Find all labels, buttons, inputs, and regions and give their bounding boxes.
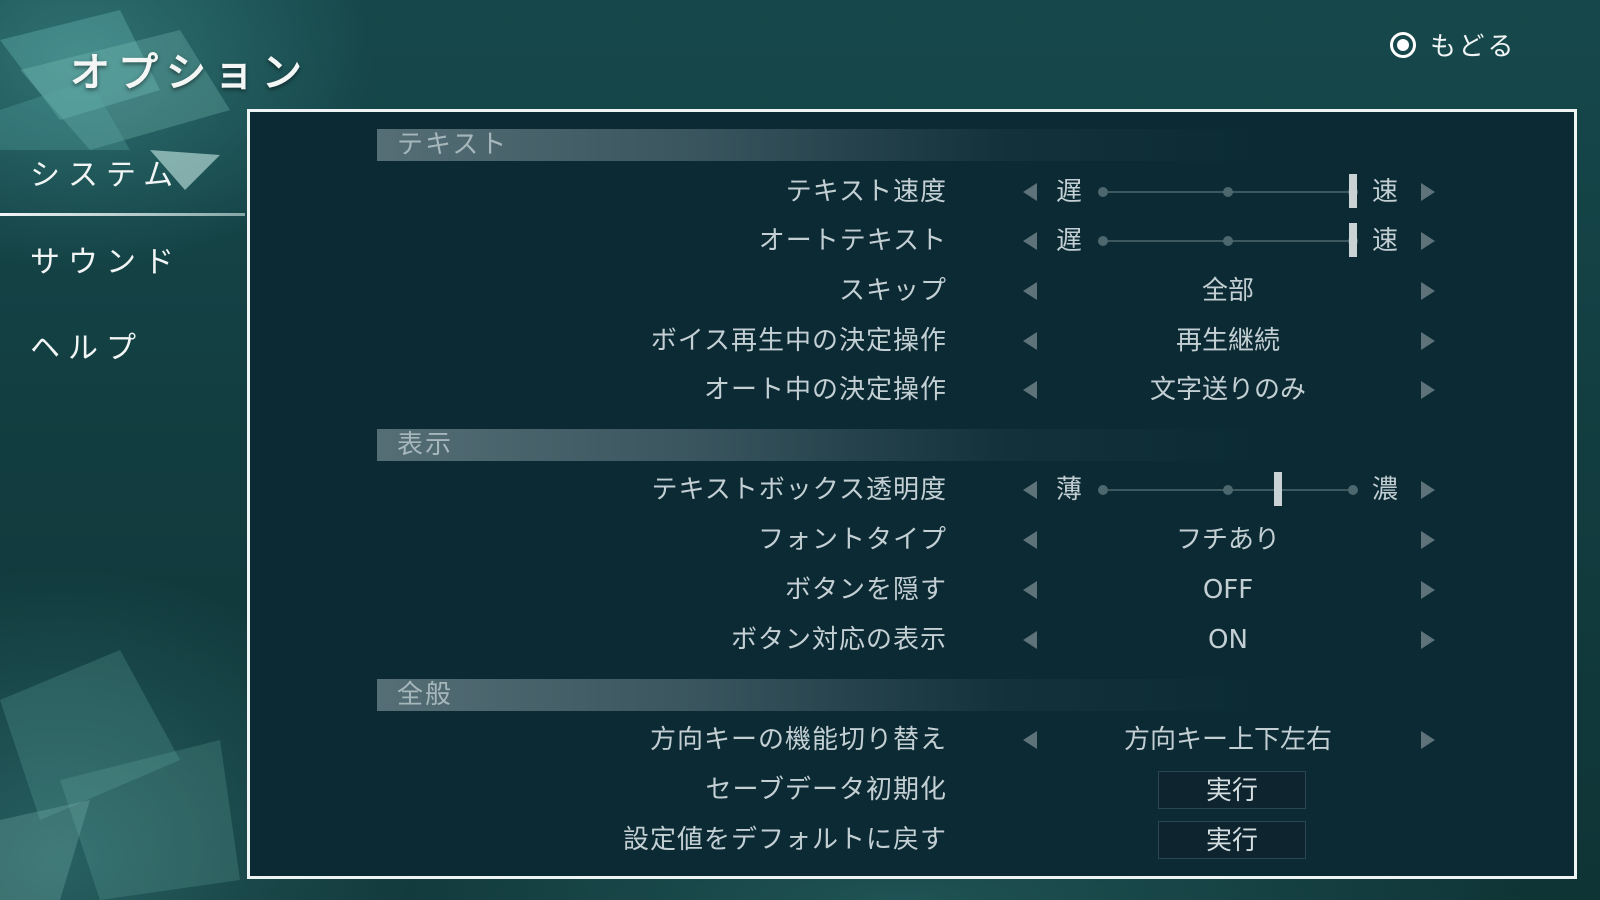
slider-handle[interactable] xyxy=(1274,472,1282,506)
arrow-left-icon[interactable] xyxy=(1023,531,1037,549)
setting-label: ボイス再生中の決定操作 xyxy=(650,326,947,356)
setting-row-auto-text[interactable]: オートテキスト 遅 速 xyxy=(250,221,1580,261)
arrow-right-icon[interactable] xyxy=(1421,481,1435,499)
auto-text-slider[interactable] xyxy=(1098,223,1358,257)
arrow-left-icon[interactable] xyxy=(1023,481,1037,499)
slider-max-label: 速 xyxy=(1372,177,1399,207)
reset-defaults-execute-button[interactable]: 実行 xyxy=(1158,821,1306,859)
slider-max-label: 濃 xyxy=(1372,475,1399,505)
slider-tick xyxy=(1098,485,1108,495)
setting-label: オート中の決定操作 xyxy=(703,375,947,405)
arrow-left-icon[interactable] xyxy=(1023,332,1037,350)
setting-label: テキスト速度 xyxy=(785,177,947,207)
arrow-right-icon[interactable] xyxy=(1421,232,1435,250)
arrow-left-icon[interactable] xyxy=(1023,631,1037,649)
arrow-left-icon[interactable] xyxy=(1023,282,1037,300)
setting-label: テキストボックス透明度 xyxy=(651,475,947,505)
slider-max-label: 速 xyxy=(1372,226,1399,256)
setting-value: 全部 xyxy=(1201,276,1254,306)
arrow-right-icon[interactable] xyxy=(1421,282,1435,300)
arrow-left-icon[interactable] xyxy=(1023,183,1037,201)
section-header-display: 表示 xyxy=(377,429,1277,461)
nav-item-label: システム xyxy=(30,157,182,193)
setting-value: OFF xyxy=(1202,575,1254,605)
slider-tick xyxy=(1098,236,1108,246)
circle-button-icon xyxy=(1390,31,1416,58)
setting-value: 文字送りのみ xyxy=(1149,375,1306,405)
setting-value: フチあり xyxy=(1175,525,1280,555)
setting-row-init-save: セーブデータ初期化 実行 xyxy=(250,770,1580,810)
nav-item-system[interactable]: システム xyxy=(0,130,245,216)
arrow-right-icon[interactable] xyxy=(1421,731,1435,749)
init-save-execute-button[interactable]: 実行 xyxy=(1158,771,1306,809)
setting-label: 方向キーの機能切り替え xyxy=(649,725,947,755)
textbox-opacity-slider[interactable] xyxy=(1098,472,1358,506)
setting-label: フォントタイプ xyxy=(757,525,947,555)
slider-tick xyxy=(1223,236,1233,246)
setting-label: ボタン対応の表示 xyxy=(730,625,947,655)
arrow-right-icon[interactable] xyxy=(1421,332,1435,350)
page-title: オプション xyxy=(70,50,310,96)
slider-tick xyxy=(1223,187,1233,197)
slider-handle[interactable] xyxy=(1349,174,1357,208)
setting-row-reset-defaults: 設定値をデフォルトに戻す 実行 xyxy=(250,820,1580,860)
setting-label: 設定値をデフォルトに戻す xyxy=(622,825,947,855)
arrow-right-icon[interactable] xyxy=(1421,631,1435,649)
slider-min-label: 薄 xyxy=(1056,475,1083,505)
nav-item-help[interactable]: ヘルプ xyxy=(0,302,245,388)
arrow-right-icon[interactable] xyxy=(1421,581,1435,599)
text-speed-slider[interactable] xyxy=(1098,174,1358,208)
setting-row-font-type[interactable]: フォントタイプ フチあり xyxy=(250,520,1580,560)
setting-value: 方向キー上下左右 xyxy=(1123,725,1332,755)
sidebar-nav: システム サウンド ヘルプ xyxy=(0,130,245,388)
setting-row-hide-buttons[interactable]: ボタンを隠す OFF xyxy=(250,570,1580,610)
slider-tick xyxy=(1223,485,1233,495)
nav-item-label: ヘルプ xyxy=(30,331,144,366)
setting-row-button-hints[interactable]: ボタン対応の表示 ON xyxy=(250,620,1580,660)
arrow-right-icon[interactable] xyxy=(1421,531,1435,549)
section-header-general: 全般 xyxy=(377,679,1277,711)
nav-item-sound[interactable]: サウンド xyxy=(0,216,245,302)
slider-handle[interactable] xyxy=(1349,223,1357,257)
setting-value: ON xyxy=(1208,625,1248,655)
slider-min-label: 遅 xyxy=(1056,226,1083,256)
arrow-right-icon[interactable] xyxy=(1421,183,1435,201)
setting-row-voice-confirm[interactable]: ボイス再生中の決定操作 再生継続 xyxy=(250,321,1580,361)
back-label: もどる xyxy=(1430,32,1517,62)
setting-row-text-speed[interactable]: テキスト速度 遅 速 xyxy=(250,172,1580,212)
setting-label: ボタンを隠す xyxy=(784,575,947,605)
section-header-text: テキスト xyxy=(377,129,1277,161)
options-panel: テキスト テキスト速度 遅 速 オートテキスト 遅 速 スキップ 全部 ボイス再… xyxy=(247,109,1577,879)
back-button[interactable]: もどる xyxy=(1390,26,1516,63)
slider-min-label: 遅 xyxy=(1056,177,1083,207)
setting-label: オートテキスト xyxy=(758,226,947,256)
setting-label: セーブデータ初期化 xyxy=(705,775,947,805)
arrow-left-icon[interactable] xyxy=(1023,731,1037,749)
arrow-left-icon[interactable] xyxy=(1023,232,1037,250)
setting-label: スキップ xyxy=(838,276,947,306)
setting-row-textbox-opacity[interactable]: テキストボックス透明度 薄 濃 xyxy=(250,470,1580,510)
arrow-left-icon[interactable] xyxy=(1023,581,1037,599)
arrow-right-icon[interactable] xyxy=(1421,381,1435,399)
slider-tick xyxy=(1098,187,1108,197)
nav-item-label: サウンド xyxy=(30,245,182,280)
setting-row-auto-confirm[interactable]: オート中の決定操作 文字送りのみ xyxy=(250,370,1580,410)
slider-tick xyxy=(1348,485,1358,495)
setting-row-skip[interactable]: スキップ 全部 xyxy=(250,271,1580,311)
arrow-left-icon[interactable] xyxy=(1023,381,1037,399)
setting-row-direction-keys[interactable]: 方向キーの機能切り替え 方向キー上下左右 xyxy=(250,720,1580,760)
setting-value: 再生継続 xyxy=(1175,326,1280,356)
